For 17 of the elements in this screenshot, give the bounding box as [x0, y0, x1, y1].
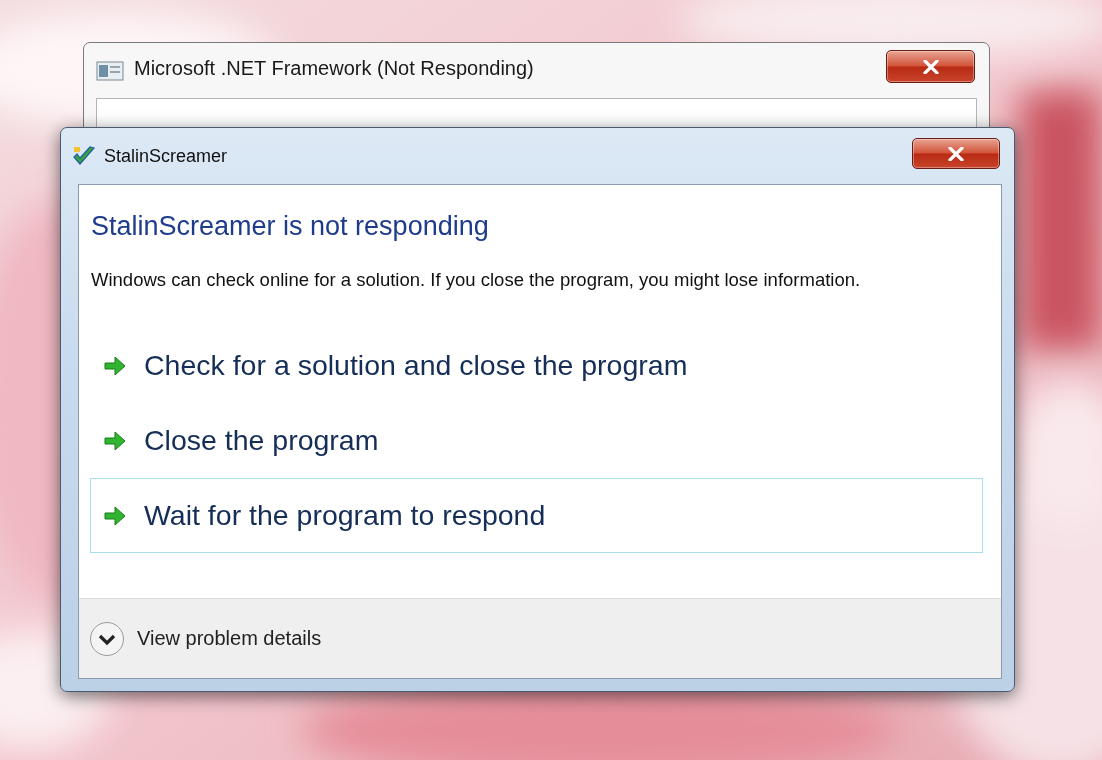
- command-link[interactable]: Wait for the program to respond: [90, 478, 983, 553]
- dialog-heading: StalinScreamer is not responding: [91, 211, 489, 242]
- command-link[interactable]: Check for a solution and close the program: [90, 328, 983, 403]
- window-title: Microsoft .NET Framework (Not Responding): [134, 57, 535, 80]
- details-toggle[interactable]: View problem details: [89, 620, 322, 657]
- arrow-icon: [104, 355, 126, 376]
- tick-icon: [72, 145, 96, 167]
- close-button[interactable]: [912, 138, 1000, 169]
- window-icon: [96, 60, 124, 81]
- close-button[interactable]: [886, 50, 975, 83]
- window-title: StalinScreamer: [104, 145, 229, 167]
- dialog-message: Windows can check online for a solution. If you close the program, you might lose information.: [91, 268, 862, 292]
- command-link[interactable]: Close the program: [90, 403, 983, 478]
- close-icon: [922, 59, 939, 74]
- arrow-icon: [104, 505, 126, 526]
- arrow-icon: [104, 430, 126, 451]
- close-icon: [948, 146, 964, 161]
